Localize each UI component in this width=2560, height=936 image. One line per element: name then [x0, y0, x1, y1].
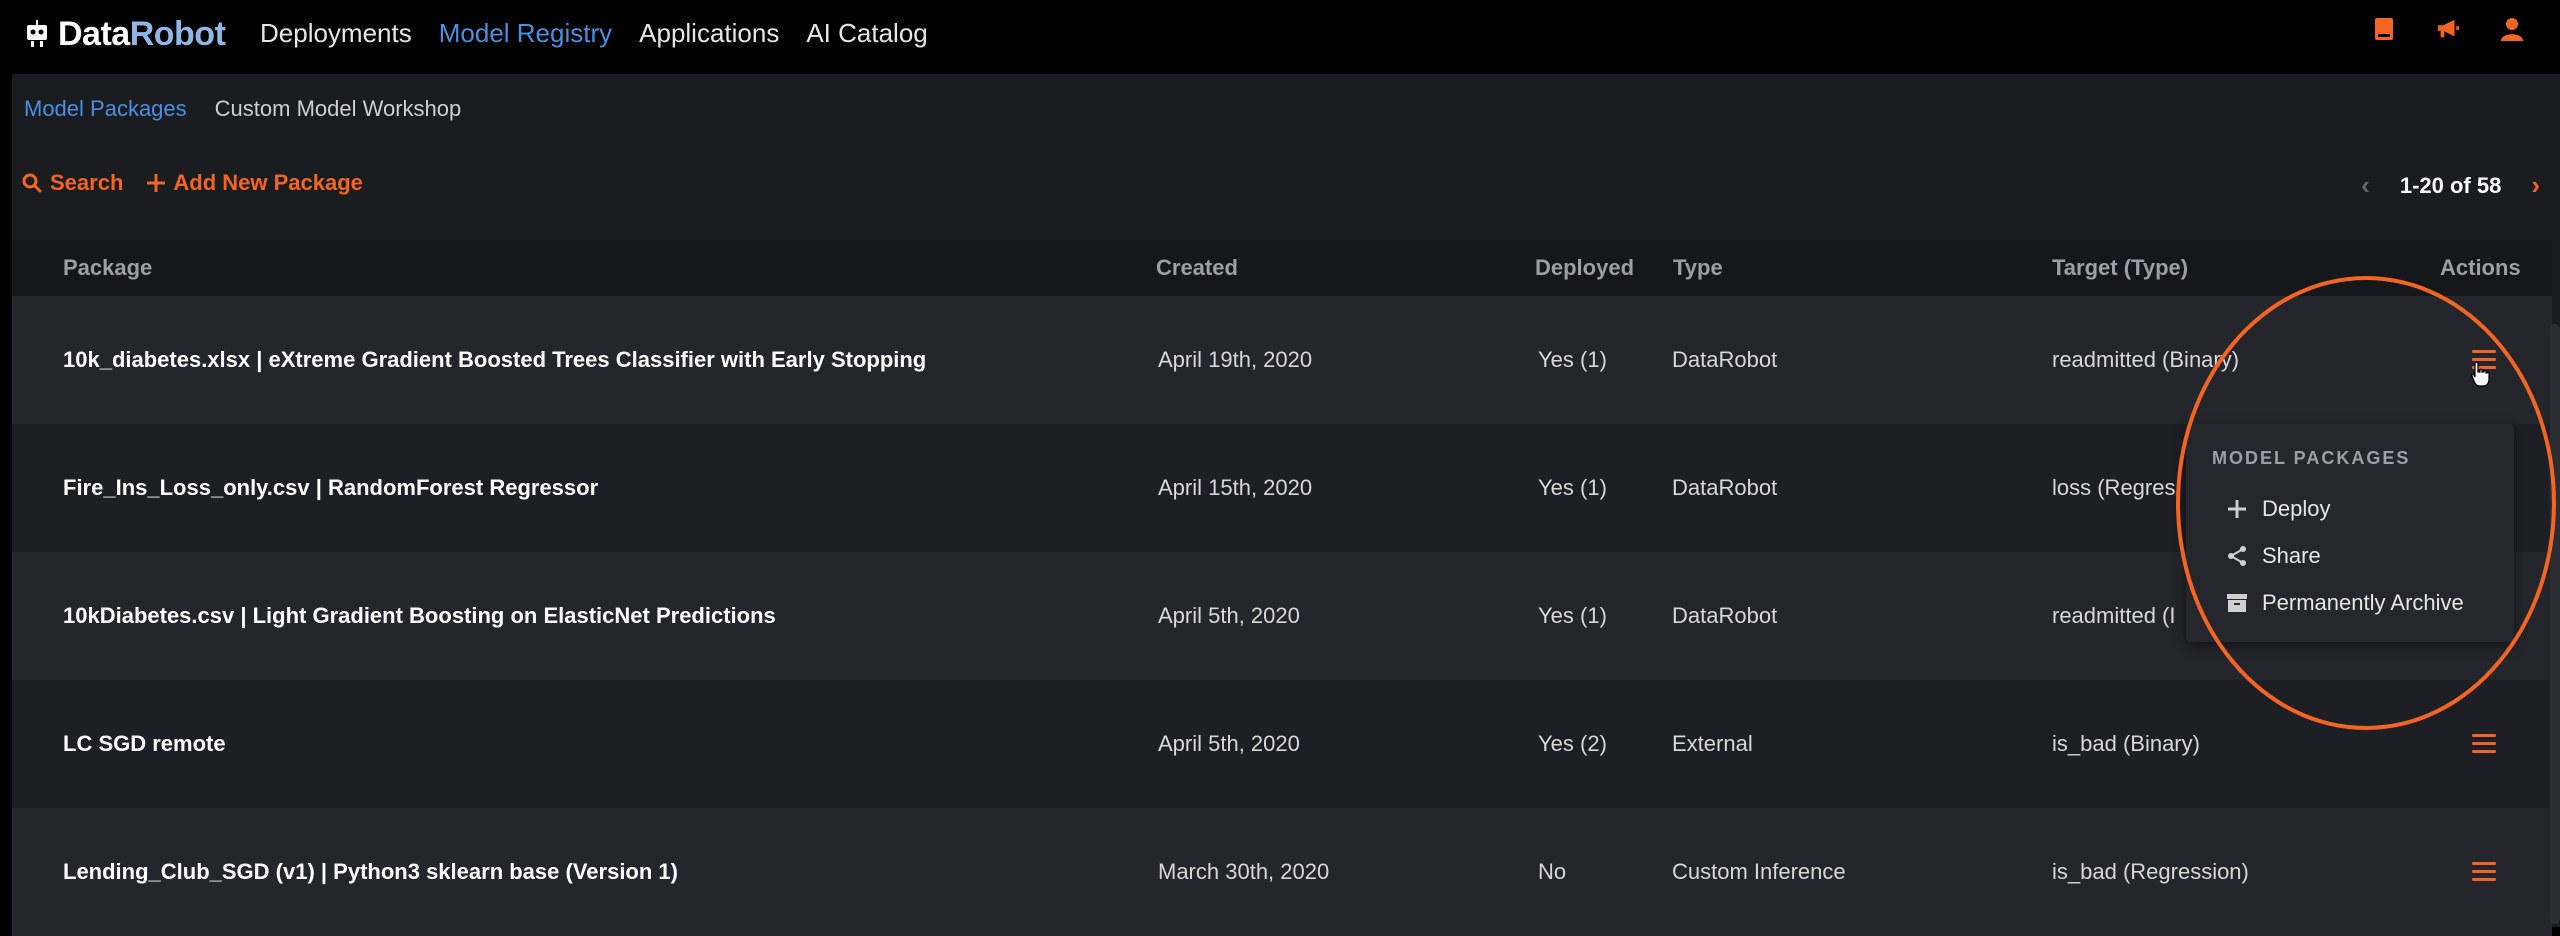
- deployed-status: Yes (1): [1538, 347, 1607, 372]
- table-header: Package Created Deployed Type Target (Ty…: [12, 240, 2552, 296]
- created-date: April 15th, 2020: [1158, 475, 1313, 500]
- nav-model-registry[interactable]: Model Registry: [439, 14, 612, 52]
- share-icon: [2228, 546, 2246, 566]
- top-icons: [2372, 16, 2524, 42]
- col-header-package[interactable]: Package: [63, 255, 152, 281]
- logo-text: DataRobot: [58, 14, 226, 54]
- target-type: is_bad (Regression): [2052, 859, 2249, 884]
- created-date: March 30th, 2020: [1158, 859, 1330, 884]
- col-header-deployed[interactable]: Deployed: [1535, 255, 1634, 281]
- created-date: April 5th, 2020: [1158, 603, 1300, 628]
- menu-item-label: Share: [2262, 543, 2321, 568]
- chevron-right-icon[interactable]: ›: [2531, 170, 2540, 201]
- table-row[interactable]: Fire_Ins_Loss_only.csv | RandomForest Re…: [12, 424, 2552, 552]
- package-type: Custom Inference: [1672, 859, 1846, 884]
- table-row[interactable]: 10k_diabetes.xlsx | eXtreme Gradient Boo…: [12, 296, 2552, 424]
- logo-text-part2: Robot: [129, 14, 226, 53]
- add-new-package-button[interactable]: Add New Package: [147, 170, 363, 196]
- created-date: April 19th, 2020: [1158, 347, 1313, 372]
- scrollbar[interactable]: [2550, 324, 2560, 924]
- table-row[interactable]: LC SGD remote April 5th, 2020 Yes (2) Ex…: [12, 680, 2552, 808]
- search-icon: [22, 173, 42, 193]
- package-name[interactable]: 10kDiabetes.csv | Light Gradient Boostin…: [63, 603, 776, 629]
- megaphone-icon[interactable]: [2436, 16, 2460, 42]
- package-name[interactable]: 10k_diabetes.xlsx | eXtreme Gradient Boo…: [63, 347, 926, 373]
- search-button[interactable]: Search: [22, 170, 123, 196]
- menu-item-share[interactable]: Share: [2226, 543, 2321, 569]
- actions-menu-icon[interactable]: [2472, 862, 2496, 882]
- deployed-status: No: [1538, 859, 1567, 884]
- chevron-left-icon[interactable]: ‹: [2361, 170, 2370, 201]
- col-header-type[interactable]: Type: [1673, 255, 1723, 281]
- datarobot-logo[interactable]: DataRobot: [22, 14, 226, 54]
- created-date: April 5th, 2020: [1158, 731, 1300, 756]
- page-range: 1-20 of 58: [2399, 172, 2502, 198]
- table-row[interactable]: 10kDiabetes.csv | Light Gradient Boostin…: [12, 552, 2552, 680]
- robot-logo-icon: [27, 20, 47, 47]
- col-header-actions: Actions: [2440, 255, 2521, 280]
- book-icon[interactable]: [2372, 16, 2396, 42]
- nav-applications[interactable]: Applications: [639, 14, 779, 52]
- archive-icon: [2227, 594, 2247, 612]
- package-type: DataRobot: [1672, 603, 1778, 628]
- tab-model-packages[interactable]: Model Packages: [24, 96, 187, 122]
- menu-item-permanently-archive[interactable]: Permanently Archive: [2226, 590, 2464, 616]
- nav-deployments[interactable]: Deployments: [260, 14, 412, 52]
- mouse-cursor-icon: [2471, 361, 2490, 387]
- package-name[interactable]: Fire_Ins_Loss_only.csv | RandomForest Re…: [63, 475, 598, 501]
- actions-dropdown-menu: MODEL PACKAGES Deploy Share Permanently …: [2186, 424, 2514, 642]
- deployed-status: Yes (1): [1538, 603, 1607, 628]
- main-panel: Model Packages Custom Model Workshop Sea…: [12, 74, 2560, 936]
- target-type: is_bad (Binary): [2052, 731, 2200, 756]
- target-type: readmitted (Binary): [2052, 347, 2240, 372]
- search-label: Search: [50, 170, 124, 195]
- package-type: External: [1672, 731, 1753, 756]
- target-type: loss (Regres: [2052, 475, 2176, 500]
- top-navigation-bar: DataRobot Deployments Model Registry App…: [0, 0, 2560, 72]
- menu-item-deploy[interactable]: Deploy: [2226, 496, 2330, 522]
- package-name[interactable]: Lending_Club_SGD (v1) | Python3 sklearn …: [63, 859, 678, 885]
- subtabs: Model Packages Custom Model Workshop: [24, 96, 461, 122]
- main-nav: Deployments Model Registry Applications …: [260, 14, 928, 52]
- col-header-created[interactable]: Created: [1156, 255, 1238, 281]
- nav-ai-catalog[interactable]: AI Catalog: [806, 14, 927, 52]
- tab-custom-model-workshop[interactable]: Custom Model Workshop: [215, 96, 462, 122]
- actions-menu-icon[interactable]: [2472, 734, 2496, 754]
- menu-item-label: Permanently Archive: [2262, 590, 2464, 615]
- col-header-target[interactable]: Target (Type): [2052, 255, 2188, 281]
- deployed-status: Yes (1): [1538, 475, 1607, 500]
- plus-icon: [2228, 500, 2246, 518]
- package-type: DataRobot: [1672, 475, 1778, 500]
- logo-text-part1: Data: [58, 14, 130, 53]
- plus-icon: [147, 174, 166, 192]
- package-type: DataRobot: [1672, 347, 1778, 372]
- package-name[interactable]: LC SGD remote: [63, 731, 226, 757]
- user-icon[interactable]: [2500, 16, 2524, 42]
- toolbar: Search Add New Package: [22, 170, 363, 196]
- menu-item-label: Deploy: [2262, 496, 2331, 521]
- dropdown-title: MODEL PACKAGES: [2212, 448, 2411, 468]
- pagination: ‹ 1-20 of 58 ›: [2361, 170, 2540, 201]
- add-new-package-label: Add New Package: [173, 170, 363, 195]
- table-row[interactable]: Lending_Club_SGD (v1) | Python3 sklearn …: [12, 808, 2552, 936]
- target-type: readmitted (I: [2052, 603, 2176, 628]
- deployed-status: Yes (2): [1538, 731, 1607, 756]
